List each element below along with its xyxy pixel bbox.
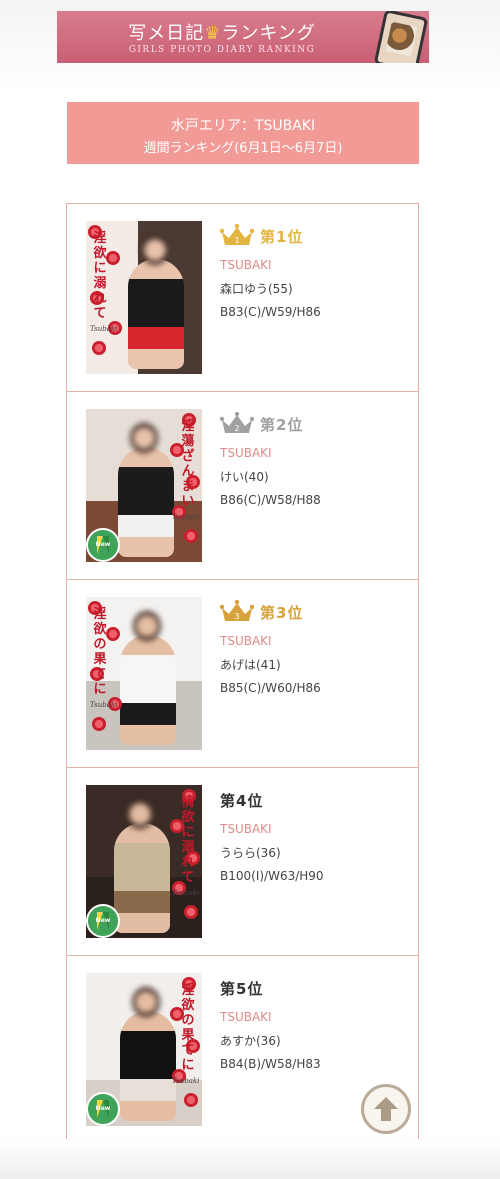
blurred-face <box>132 987 160 1017</box>
model-figure <box>114 823 170 933</box>
profile-photo[interactable]: 淫欲に溺れて Tsubaki <box>86 221 202 374</box>
girl-name[interactable]: 森口ゆう(55) <box>220 280 400 297</box>
ranking-info: 2 第2位 TSUBAKI けい(40) B86(C)/W58/H88 <box>220 410 400 507</box>
flower-decoration <box>184 529 198 543</box>
ranking-item[interactable]: 淫欲に溺れて Tsubaki 1 第1位 TSUBAKI 森口ゆう(55) B83(C)/W… <box>67 204 418 392</box>
rank-row: 第5位 <box>220 974 400 1002</box>
ranking-info: 第4位 TSUBAKI うらら(36) B100(I)/W63/H90 <box>220 786 400 884</box>
vertical-caption: 情欲に溺れて <box>181 795 195 885</box>
shop-name: TSUBAKI <box>220 822 272 836</box>
girl-name[interactable]: うらら(36) <box>220 844 400 861</box>
ranking-period: 週間ランキング(6月1日〜6月7日) <box>143 141 343 156</box>
shop-name: TSUBAKI <box>220 446 272 460</box>
blurred-face <box>126 799 154 829</box>
shop-name: TSUBAKI <box>220 258 272 272</box>
model-figure <box>118 447 174 557</box>
new-badge-label: New <box>95 541 111 548</box>
vertical-caption: 淫欲の果てに <box>93 607 107 697</box>
banner-title: 写メ日記♛ランキング <box>128 23 316 44</box>
girl-name[interactable]: あげは(41) <box>220 656 400 673</box>
flower-decoration <box>106 627 120 641</box>
photo-brand: Tsubaki <box>90 701 118 709</box>
blurred-face <box>133 611 161 641</box>
body-size: B84(B)/W58/H83 <box>220 1057 321 1071</box>
body-size: B86(C)/W58/H88 <box>220 493 321 507</box>
photo-brand: Tsubaki <box>90 325 118 333</box>
profile-photo[interactable]: 淫欲の果てに Tsubaki New <box>86 973 202 1126</box>
crown-icon: 2 <box>220 412 254 433</box>
body-size: B83(C)/W59/H86 <box>220 305 321 319</box>
new-badge-icon: New <box>86 528 120 562</box>
profile-photo[interactable]: 情欲に溺れて Tsubaki New <box>86 785 202 938</box>
ranking-item[interactable]: 淫蕩ざんまい Tsubaki New 2 第2位 TSUBAKI けい(40) B86(C)/… <box>67 392 418 580</box>
rank-label: 第3位 <box>260 603 304 622</box>
rank-label: 第5位 <box>220 979 264 998</box>
rank-label: 第1位 <box>260 227 304 246</box>
ranking-list: 淫欲に溺れて Tsubaki 1 第1位 TSUBAKI 森口ゆう(55) B83(C)/W… <box>66 203 419 1144</box>
profile-photo[interactable]: 淫欲の果てに Tsubaki <box>86 597 202 750</box>
rank-row: 2 第2位 <box>220 410 400 438</box>
rank-row: 3 第3位 <box>220 598 400 626</box>
photo-brand: Tsubaki <box>172 513 200 521</box>
rank-label: 第4位 <box>220 791 264 810</box>
blurred-face <box>130 423 158 453</box>
model-figure <box>120 635 176 745</box>
ranking-item[interactable]: 淫欲の果てに Tsubaki 3 第3位 TSUBAKI あげは(41) B85(C)/W6… <box>67 580 418 768</box>
vertical-caption: 淫欲に溺れて <box>93 231 107 321</box>
vertical-caption: 淫欲の果てに <box>181 983 195 1073</box>
ranking-info: 1 第1位 TSUBAKI 森口ゆう(55) B83(C)/W59/H86 <box>220 222 400 319</box>
banner-crown-icon: ♛ <box>204 23 222 44</box>
flower-decoration <box>106 251 120 265</box>
shop-name: TSUBAKI <box>220 1010 272 1024</box>
girl-name[interactable]: あすか(36) <box>220 1032 400 1049</box>
arrow-up-icon <box>374 1097 398 1121</box>
ranking-info: 第5位 TSUBAKI あすか(36) B84(B)/W58/H83 <box>220 974 400 1072</box>
rank-label: 第2位 <box>260 415 304 434</box>
ranking-info: 3 第3位 TSUBAKI あげは(41) B85(C)/W60/H86 <box>220 598 400 695</box>
girl-name[interactable]: けい(40) <box>220 468 400 485</box>
body-size: B85(C)/W60/H86 <box>220 681 321 695</box>
crown-rank-number: 3 <box>234 612 239 621</box>
photo-brand: Tsubaki <box>172 1077 200 1085</box>
crown-icon: 1 <box>220 224 254 245</box>
flower-decoration <box>184 905 198 919</box>
area-header: 水戸エリア：TSUBAKI 週間ランキング(6月1日〜6月7日) <box>67 102 419 164</box>
flower-decoration <box>92 341 106 355</box>
banner-subtitle: GIRLS PHOTO DIARY RANKING <box>128 45 316 55</box>
new-badge-label: New <box>95 917 111 924</box>
flower-decoration <box>184 1093 198 1107</box>
photo-diary-ranking-banner[interactable]: 写メ日記♛ランキング GIRLS PHOTO DIARY RANKING <box>57 11 429 63</box>
blurred-face <box>141 235 169 265</box>
bottom-background <box>0 1139 500 1179</box>
rank-row: 1 第1位 <box>220 222 400 250</box>
new-badge-label: New <box>95 1105 111 1112</box>
crown-rank-number: 2 <box>234 424 239 433</box>
model-figure <box>120 1011 176 1121</box>
crown-icon: 3 <box>220 600 254 621</box>
body-size: B100(I)/W63/H90 <box>220 869 324 883</box>
photo-brand: Tsubaki <box>172 889 200 897</box>
profile-photo[interactable]: 淫蕩ざんまい Tsubaki New <box>86 409 202 562</box>
area-title: 水戸エリア：TSUBAKI <box>170 118 316 134</box>
flower-decoration <box>92 717 106 731</box>
scroll-to-top-button[interactable] <box>361 1084 411 1134</box>
rank-row: 第4位 <box>220 786 400 814</box>
crown-rank-number: 1 <box>234 236 239 245</box>
new-badge-icon: New <box>86 1092 120 1126</box>
vertical-caption: 淫蕩ざんまい <box>181 419 195 509</box>
ranking-item[interactable]: 情欲に溺れて Tsubaki New 第4位 TSUBAKI うらら(36) B100(I)… <box>67 768 418 956</box>
new-badge-icon: New <box>86 904 120 938</box>
model-figure <box>128 259 184 369</box>
shop-name: TSUBAKI <box>220 634 272 648</box>
